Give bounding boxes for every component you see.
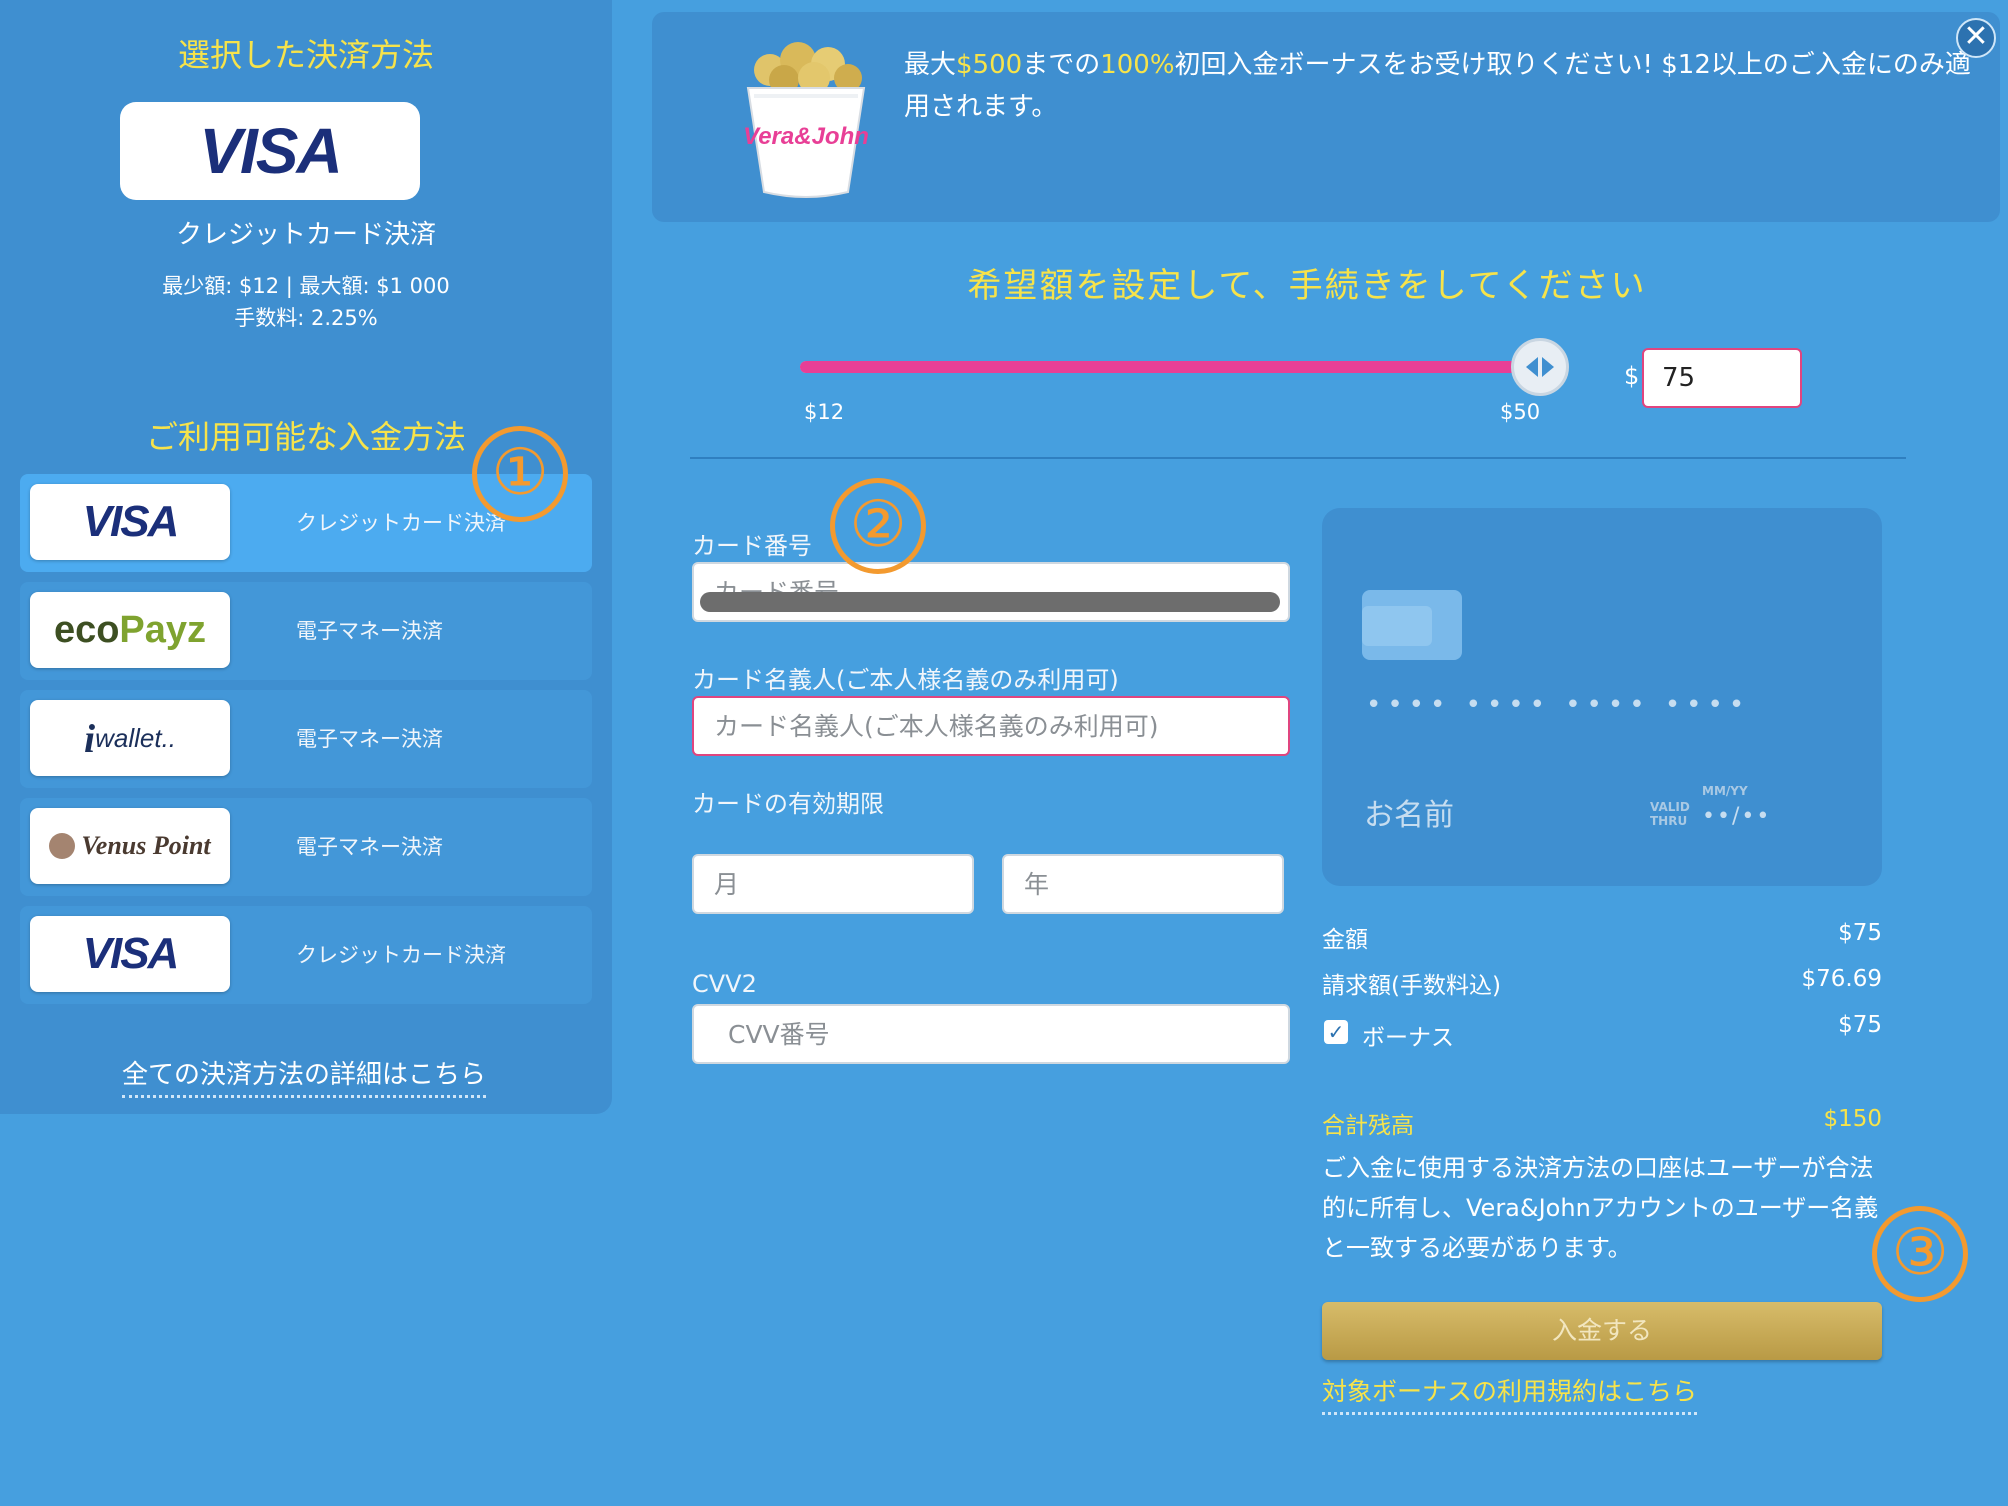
popcorn-bucket-icon: Vera&John [743, 42, 869, 198]
amount-slider-fill [800, 361, 1540, 373]
card-number-masked-bar [700, 592, 1280, 612]
all-methods-details-link[interactable]: 全ての決済方法の詳細はこちら [122, 1054, 487, 1098]
cardholder-input[interactable] [692, 696, 1290, 756]
selected-method-limits: 最少額: $12 | 最大額: $1 000 [162, 274, 450, 298]
bonus-percent: 100% [1100, 50, 1175, 80]
selected-visa-logo: VISA [120, 102, 420, 200]
method-label: クレジットカード決済 [296, 943, 506, 967]
card-preview-expiry: ••/•• [1702, 804, 1772, 829]
bonus-banner: Vera&John 最大$500までの100%初回入金ボーナスをお受け取りくださ… [652, 12, 2000, 222]
divider [690, 457, 1906, 459]
arrow-left-icon [1526, 357, 1538, 377]
summary-charge-label: 請求額(手数料込) [1322, 973, 1501, 999]
annotation-1: ① [472, 426, 568, 522]
summary-total-label: 合計残高 [1322, 1113, 1414, 1139]
amount-input[interactable] [1642, 348, 1802, 408]
method-label: 電子マネー決済 [296, 835, 443, 859]
account-notice: ご入金に使用する決済方法の口座はユーザーが合法的に所有し、Vera&Johnアカ… [1322, 1154, 1879, 1262]
ecopayz-logo: ecoPayz [30, 592, 230, 668]
method-row-venuspoint[interactable]: Venus Point 電子マネー決済 [20, 798, 592, 896]
amount-slider-handle[interactable] [1511, 338, 1569, 396]
summary-amount-label: 金額 [1322, 927, 1368, 953]
iwallet-logo: i wallet.. [30, 700, 230, 776]
visa-logo: VISA [30, 916, 230, 992]
card-preview-number: •••• •••• •••• •••• [1366, 690, 1751, 720]
summary-bonus-label: ボーナス [1362, 1025, 1454, 1051]
bonus-terms-link[interactable]: 対象ボーナスの利用規約はこちら [1322, 1372, 1698, 1415]
summary-bonus-value: $75 [1838, 1012, 1882, 1038]
deposit-button[interactable]: 入金する [1322, 1302, 1882, 1360]
close-icon[interactable]: ✕ [1956, 18, 1996, 58]
method-row-visa-2[interactable]: VISA クレジットカード決済 [20, 906, 592, 1004]
visa-logo: VISA [30, 484, 230, 560]
cvv-label: CVV2 [692, 970, 757, 998]
bonus-checkbox[interactable]: ✓ [1324, 1020, 1348, 1044]
cvv-input[interactable] [692, 1004, 1290, 1064]
expiry-month-input[interactable] [692, 854, 974, 914]
summary-charge-value: $76.69 [1801, 966, 1882, 992]
currency-symbol: $ [1624, 362, 1640, 390]
card-preview-name: お名前 [1364, 798, 1454, 833]
cardholder-label: カード名義人(ご本人様名義のみ利用可) [692, 666, 1119, 694]
card-preview: •••• •••• •••• •••• お名前 VALID THRU MM/YY… [1322, 508, 1882, 886]
method-row-iwallet[interactable]: i wallet.. 電子マネー決済 [20, 690, 592, 788]
card-valid-thru-label: VALID THRU [1650, 800, 1690, 828]
payment-method-panel: 選択した決済方法 VISA クレジットカード決済 最少額: $12 | 最大額:… [0, 0, 612, 1114]
summary-amount-value: $75 [1838, 920, 1882, 946]
annotation-3: ③ [1872, 1206, 1968, 1302]
annotation-2: ② [830, 478, 926, 574]
method-row-ecopayz[interactable]: ecoPayz 電子マネー決済 [20, 582, 592, 680]
selected-method-fee: 手数料: 2.25% [234, 306, 378, 330]
expiry-label: カードの有効期限 [692, 790, 884, 818]
amount-slider-track[interactable] [800, 361, 1540, 373]
card-number-label: カード番号 [692, 532, 812, 560]
slider-min-label: $12 [804, 400, 845, 424]
venuspoint-emblem-icon [49, 833, 76, 859]
venuspoint-logo: Venus Point [30, 808, 230, 884]
method-label: 電子マネー決済 [296, 727, 443, 751]
svg-text:Vera&John: Vera&John [743, 123, 869, 150]
arrow-right-icon [1542, 357, 1554, 377]
bonus-max-amount: $500 [956, 50, 1023, 80]
card-mmyy-label: MM/YY [1702, 784, 1748, 798]
expiry-year-input[interactable] [1002, 854, 1284, 914]
summary-total-value: $150 [1823, 1106, 1882, 1132]
selected-method-title: 選択した決済方法 [177, 36, 434, 74]
selected-method-name: クレジットカード決済 [175, 220, 436, 250]
card-chip-icon [1362, 590, 1462, 660]
method-label: 電子マネー決済 [296, 619, 443, 643]
amount-heading: 希望額を設定して、手続きをしてください [967, 266, 1647, 306]
slider-max-label: $50 [1500, 400, 1541, 424]
bonus-banner-text: 最大$500までの100%初回入金ボーナスをお受け取りください! $12以上のご… [904, 50, 1971, 122]
